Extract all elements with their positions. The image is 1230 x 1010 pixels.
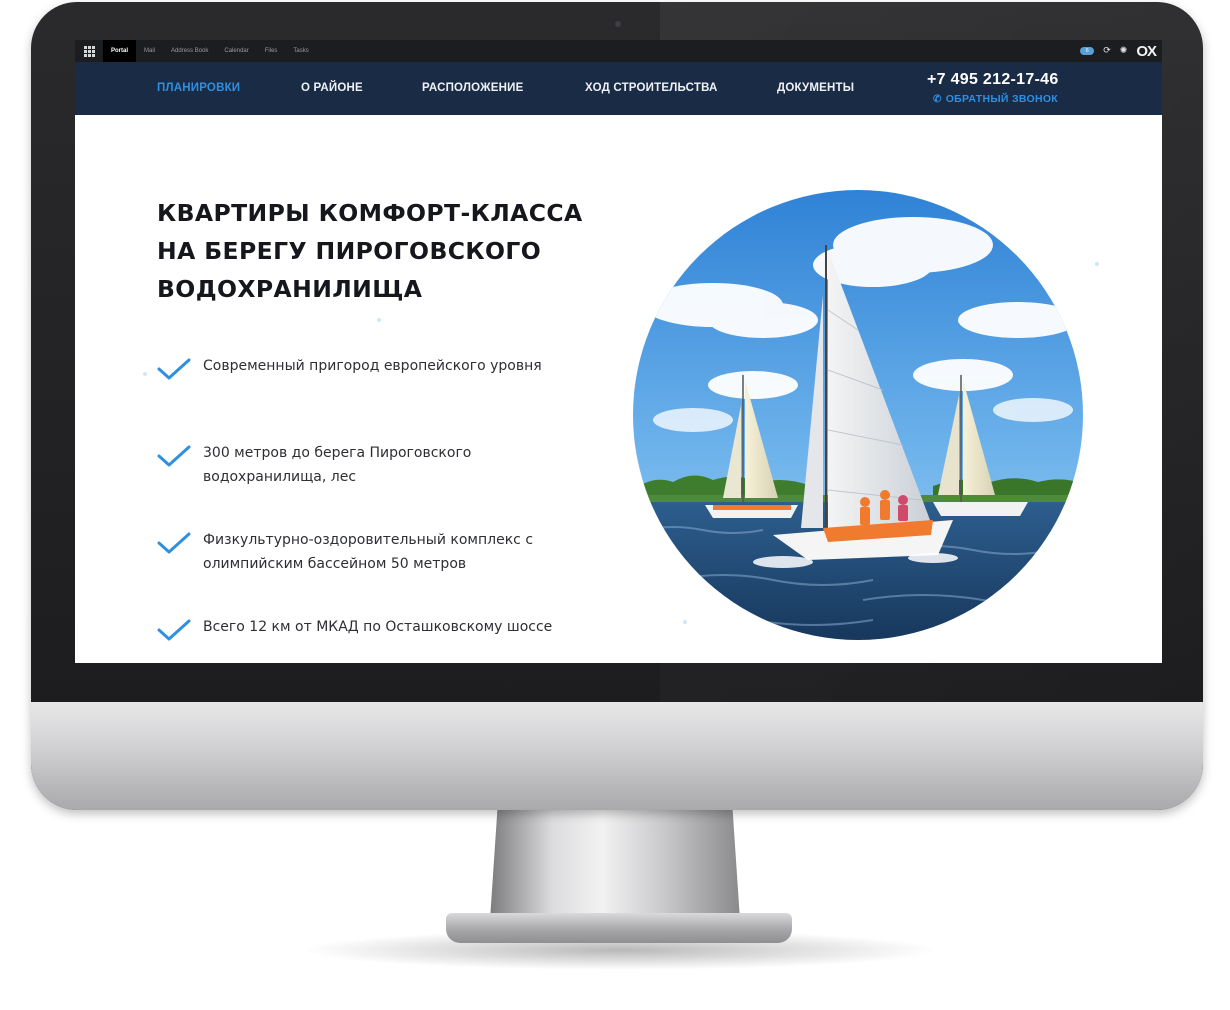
hero-title-line: ВОДОХРАНИЛИЩА: [157, 275, 423, 303]
refresh-icon[interactable]: ⟳: [1103, 46, 1111, 56]
hero-title-line: НА БЕРЕГУ ПИРОГОВСКОГО: [157, 237, 542, 265]
tab-calendar[interactable]: Calendar: [216, 40, 256, 62]
decor-dot: [143, 372, 147, 376]
nav-item-documents[interactable]: Документы: [777, 62, 854, 115]
tab-mail[interactable]: Mail: [136, 40, 163, 62]
callback-link[interactable]: ✆ Обратный звонок: [933, 93, 1058, 105]
check-icon: [157, 532, 191, 554]
decor-dot: [377, 318, 381, 322]
phone-number[interactable]: +7 495 212-17-46: [927, 71, 1059, 89]
tab-files[interactable]: Files: [257, 40, 286, 62]
notification-badge[interactable]: 6: [1080, 47, 1095, 55]
nav-item-construction[interactable]: Ход строительства: [585, 62, 718, 115]
camera-icon: [615, 21, 621, 27]
feature-text: Всего 12 км от МКАД по Осташковскому шос…: [203, 619, 553, 635]
sailboats-illustration: [633, 190, 1083, 640]
tab-portal[interactable]: Portal: [103, 40, 137, 62]
tab-tasks[interactable]: Tasks: [285, 40, 316, 62]
ox-logo: OX: [1136, 42, 1157, 60]
check-icon: [157, 358, 191, 380]
feature-text: 300 метров до берега Пироговского водохр…: [203, 445, 472, 485]
hero-title-line: КВАРТИРЫ КОМФОРТ-КЛАССА: [157, 199, 583, 227]
app-bar: Portal Mail Address Book Calendar Files …: [75, 40, 1162, 62]
hero-title: КВАРТИРЫ КОМФОРТ-КЛАССА НА БЕРЕГУ ПИРОГО…: [157, 194, 627, 308]
app-launcher-icon[interactable]: [75, 40, 103, 62]
check-icon: [157, 445, 191, 467]
tab-address-book[interactable]: Address Book: [163, 40, 216, 62]
gear-icon[interactable]: ✺: [1120, 46, 1128, 56]
screen: Portal Mail Address Book Calendar Files …: [75, 40, 1162, 663]
nav-item-location[interactable]: Расположение: [422, 62, 523, 115]
app-bar-tools: 6 ⟳ ✺ OX: [1080, 40, 1157, 62]
check-icon: [157, 619, 191, 641]
nav-item-layouts[interactable]: Планировки: [157, 62, 240, 115]
site-navigation: Планировки О районе Расположение Ход стр…: [75, 62, 1162, 115]
feature-text: Современный пригород европейского уровня: [203, 358, 542, 374]
monitor-stand-neck: [490, 808, 740, 920]
nav-item-district[interactable]: О районе: [301, 62, 363, 115]
decor-dot: [683, 620, 687, 624]
monitor-stand-base: [446, 913, 792, 943]
feature-text: Физкультурно-оздоровительный комплекс с …: [203, 532, 534, 572]
callback-label: Обратный звонок: [945, 93, 1059, 105]
phone-icon: ✆: [933, 94, 942, 105]
sailboats-photo: [633, 190, 1083, 640]
decor-dot: [1095, 262, 1099, 266]
monitor-chin: [31, 702, 1203, 810]
